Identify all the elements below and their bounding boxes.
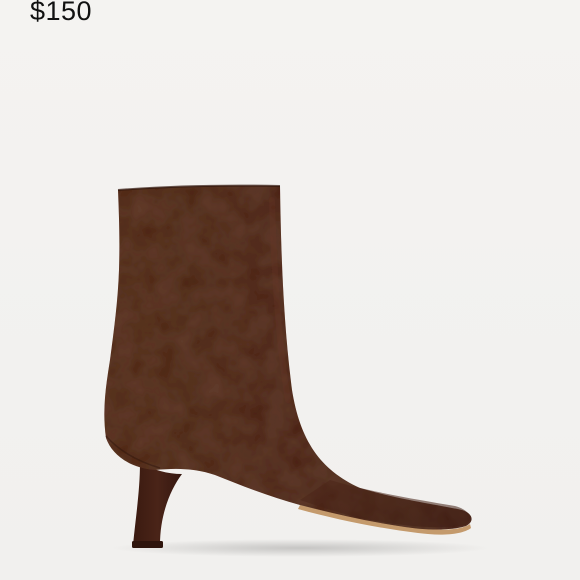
heel-tip bbox=[132, 541, 163, 548]
price-label: $150 bbox=[30, 0, 93, 26]
boot-toe bbox=[300, 480, 471, 528]
product-photo[interactable] bbox=[0, 0, 580, 580]
boot-shadow bbox=[110, 539, 490, 557]
boot-heel bbox=[133, 462, 182, 545]
product-listing: $150 bbox=[0, 0, 580, 580]
